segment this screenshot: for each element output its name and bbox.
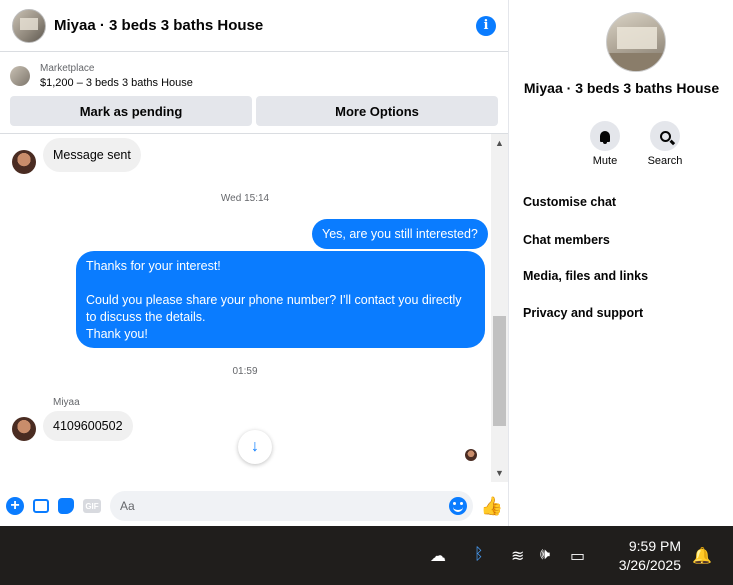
notification-bell-icon[interactable]: 🔔 [692, 546, 712, 566]
bell-icon [600, 130, 610, 144]
message-input-placeholder: Aa [120, 499, 135, 513]
message-timestamp: 01:59 [232, 366, 258, 377]
incoming-message[interactable]: Message sent [43, 138, 141, 172]
outgoing-message[interactable]: Yes, are you still interested? [312, 219, 488, 249]
thumbs-up-icon[interactable]: 👍 [481, 496, 503, 517]
sender-name: Miyaa [53, 397, 80, 408]
info-avatar [606, 12, 666, 72]
outgoing-message-long[interactable]: Thanks for your interest! Could you plea… [76, 251, 485, 348]
scroll-up-arrow-icon[interactable]: ▲ [491, 136, 508, 150]
search-icon [659, 130, 671, 142]
bluetooth-icon[interactable]: ᛒ [474, 546, 484, 564]
plus-icon[interactable]: + [6, 497, 24, 515]
onedrive-cloud-icon[interactable]: ☁ [430, 546, 446, 566]
scroll-down-arrow-icon[interactable]: ▼ [491, 466, 508, 480]
clock-date[interactable]: 3/26/2025 [619, 557, 681, 573]
menu-chat-members[interactable]: Chat members [523, 233, 610, 247]
image-icon[interactable] [33, 499, 49, 513]
battery-icon[interactable]: ▭ [570, 546, 585, 566]
info-icon[interactable]: i [476, 15, 496, 36]
menu-customise-chat[interactable]: Customise chat [523, 195, 616, 209]
conversation-title[interactable]: Miyaa · 3 beds 3 baths House [54, 17, 476, 34]
listing-price-title: $1,200 – 3 beds 3 baths House [40, 76, 193, 89]
message-line: Thank you! [86, 327, 148, 341]
listing-thumbnail [10, 66, 30, 86]
message-input[interactable]: Aa [110, 491, 473, 521]
message-scrollbar[interactable]: ▲ ▼ [491, 134, 508, 482]
marketplace-listing: Marketplace $1,200 – 3 beds 3 baths Hous… [0, 52, 508, 134]
volume-icon[interactable]: 🕪 [540, 546, 550, 564]
search-label: Search [647, 155, 683, 167]
scroll-thumb[interactable] [493, 316, 506, 426]
taskbar: ☁ ᛒ ≋ 🕪 ▭ 9:59 PM 3/26/2025 🔔 [0, 526, 733, 585]
search-button[interactable]: Search [640, 121, 690, 167]
conversation-info-panel: Miyaa · 3 beds 3 baths House Mute Search… [510, 0, 733, 526]
chat-pane: Miyaa · 3 beds 3 baths House i Marketpla… [0, 0, 509, 526]
listing-summary[interactable]: Marketplace $1,200 – 3 beds 3 baths Hous… [10, 60, 498, 92]
message-timestamp: Wed 15:14 [220, 193, 270, 204]
info-title: Miyaa · 3 beds 3 baths House [523, 80, 720, 96]
more-options-button[interactable]: More Options [256, 96, 498, 126]
sender-avatar[interactable] [12, 150, 36, 174]
wifi-icon[interactable]: ≋ [511, 546, 524, 566]
sender-avatar[interactable] [12, 417, 36, 441]
menu-privacy-support[interactable]: Privacy and support [523, 306, 643, 320]
message-line: Could you please share your phone number… [86, 293, 462, 307]
read-receipt-avatar [465, 449, 477, 461]
chat-header: Miyaa · 3 beds 3 baths House i [0, 0, 508, 52]
message-line: to discuss the details. [86, 310, 206, 324]
mute-button[interactable]: Mute [580, 121, 630, 167]
incoming-message[interactable]: 4109600502 [43, 411, 133, 441]
message-line: Thanks for your interest! [86, 259, 221, 273]
message-list: Message sent Wed 15:14 Yes, are you stil… [0, 134, 490, 482]
listing-source: Marketplace [40, 62, 95, 74]
menu-media-files-links[interactable]: Media, files and links [523, 269, 648, 283]
conversation-avatar[interactable] [12, 8, 46, 43]
gif-icon[interactable]: GIF [83, 499, 101, 513]
mute-label: Mute [592, 155, 618, 167]
sticker-icon[interactable] [58, 498, 74, 514]
clock-time[interactable]: 9:59 PM [629, 538, 681, 554]
mark-as-pending-button[interactable]: Mark as pending [10, 96, 252, 126]
message-composer: + GIF Aa 👍 [0, 488, 509, 524]
emoji-icon[interactable] [448, 497, 467, 515]
scroll-to-bottom-button[interactable]: ↓ [238, 430, 272, 464]
